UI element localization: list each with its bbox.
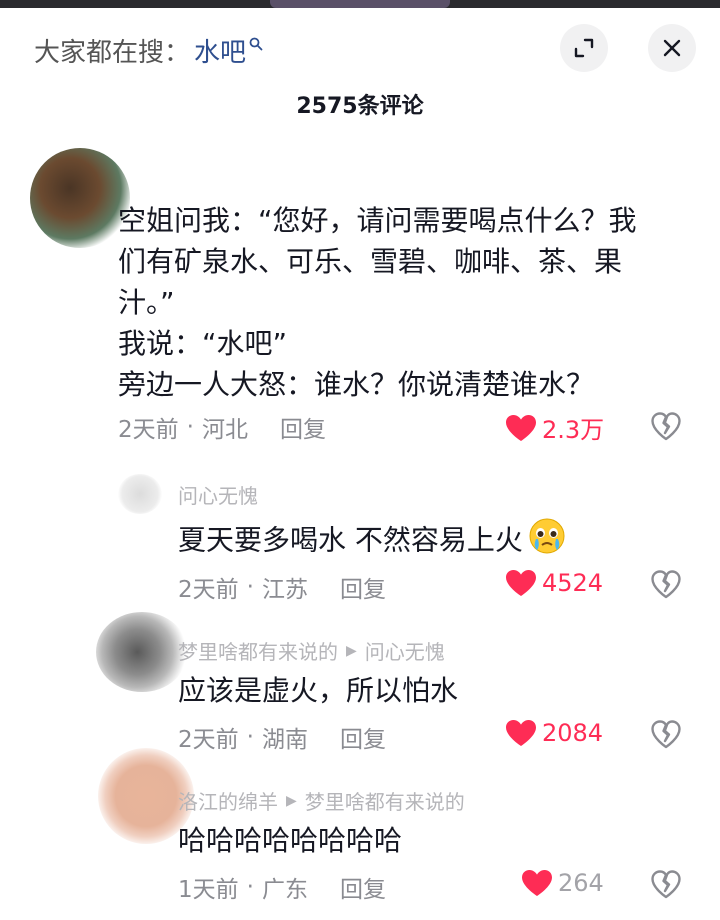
like-count: 4524: [542, 569, 604, 597]
separator-dot: ·: [246, 724, 254, 750]
reply-author[interactable]: 洛江的绵羊 ▶ 梦里啥都有来说的: [178, 786, 465, 815]
play-arrow-icon: ▶: [286, 792, 297, 809]
like-button[interactable]: 4524: [504, 568, 603, 598]
avatar[interactable]: [30, 148, 130, 248]
avatar[interactable]: [96, 612, 188, 692]
comment-region: 广东: [261, 877, 308, 903]
expand-icon: [574, 38, 594, 58]
comment-time: 2天前: [178, 577, 239, 603]
comment-body: 哈哈哈哈哈哈哈哈: [178, 824, 403, 857]
separator-dot: ·: [246, 874, 254, 900]
reply-button[interactable]: 回复: [340, 870, 386, 904]
search-icon: [249, 28, 263, 58]
video-preview-strip: [0, 0, 720, 8]
broken-heart-icon[interactable]: [650, 568, 682, 600]
close-button[interactable]: [648, 24, 696, 72]
heart-icon: [522, 870, 552, 896]
comment-time: 2天前: [118, 417, 179, 443]
heart-icon: [506, 570, 536, 596]
like-count: 264: [558, 869, 604, 897]
like-count: 2084: [542, 719, 604, 747]
comment-text: 空姐问我：“您好，请问需要喝点什么？我 们有矿泉水、可乐、雪碧、咖啡、茶、果 汁…: [118, 200, 678, 405]
comment-text: 应该是虚火，所以怕水: [178, 670, 458, 711]
comment-text: 夏天要多喝水 不然容易上火: [178, 516, 567, 567]
comment-meta: 2天前 · 湖南 回复: [178, 720, 386, 754]
comment-body: 应该是虚火，所以怕水: [178, 674, 459, 707]
author-name[interactable]: 问心无愧: [178, 480, 258, 509]
search-suggestion[interactable]: 大家都在搜： 水吧: [34, 30, 263, 70]
reply-button[interactable]: 回复: [340, 570, 386, 604]
comment-time: 1天前: [178, 877, 239, 903]
close-icon: [663, 39, 681, 57]
like-button[interactable]: 264: [520, 868, 604, 898]
avatar[interactable]: [118, 474, 162, 514]
play-arrow-icon: ▶: [346, 642, 357, 659]
search-prefix: 大家都在搜：: [34, 37, 191, 68]
broken-heart-icon[interactable]: [650, 718, 682, 750]
comment-line: 我说：“水吧”: [118, 327, 288, 360]
like-button[interactable]: 2.3万: [504, 410, 604, 445]
author-name[interactable]: 梦里啥都有来说的: [178, 636, 338, 665]
comment-count: 2575条评论: [296, 94, 424, 119]
reply-to-name[interactable]: 问心无愧: [365, 636, 445, 665]
reply-button[interactable]: 回复: [340, 720, 386, 754]
comment-region: 江苏: [261, 577, 308, 603]
comment-line: 汁。”: [118, 286, 175, 319]
comment-line: 空姐问我：“您好，请问需要喝点什么？我: [118, 204, 637, 237]
author-name[interactable]: 洛江的绵羊: [178, 786, 278, 815]
comment-text: 哈哈哈哈哈哈哈哈: [178, 820, 402, 861]
broken-heart-icon[interactable]: [650, 868, 682, 900]
like-count: 2.3万: [542, 416, 605, 444]
comment-region: 湖南: [261, 727, 308, 753]
comment-body: 夏天要多喝水 不然容易上火: [178, 523, 523, 557]
reply-author[interactable]: 梦里啥都有来说的 ▶ 问心无愧: [178, 636, 445, 665]
video-thumbnail: [270, 0, 450, 8]
like-button[interactable]: 2084: [504, 718, 603, 748]
broken-heart-icon[interactable]: [650, 410, 682, 442]
reply-button[interactable]: 回复: [280, 410, 326, 444]
search-keyword-link[interactable]: 水吧: [194, 32, 246, 69]
expand-button[interactable]: [560, 24, 608, 72]
comment-meta: 2天前 · 河北 回复: [118, 410, 326, 444]
reply-author[interactable]: 问心无愧: [178, 480, 258, 509]
comment-line: 们有矿泉水、可乐、雪碧、咖啡、茶、果: [118, 245, 623, 278]
comment-meta: 2天前 · 江苏 回复: [178, 570, 386, 604]
heart-icon: [506, 720, 536, 746]
heart-icon: [506, 414, 536, 441]
separator-dot: ·: [186, 414, 194, 440]
comment-meta: 1天前 · 广东 回复: [178, 870, 386, 904]
crying-face-emoji: [527, 516, 567, 567]
comment-line: 旁边一人大怒：谁水？你说清楚谁水？: [118, 368, 595, 401]
comment-time: 2天前: [178, 727, 239, 753]
comment-region: 河北: [201, 417, 248, 443]
separator-dot: ·: [246, 574, 254, 600]
reply-to-name[interactable]: 梦里啥都有来说的: [305, 786, 465, 815]
